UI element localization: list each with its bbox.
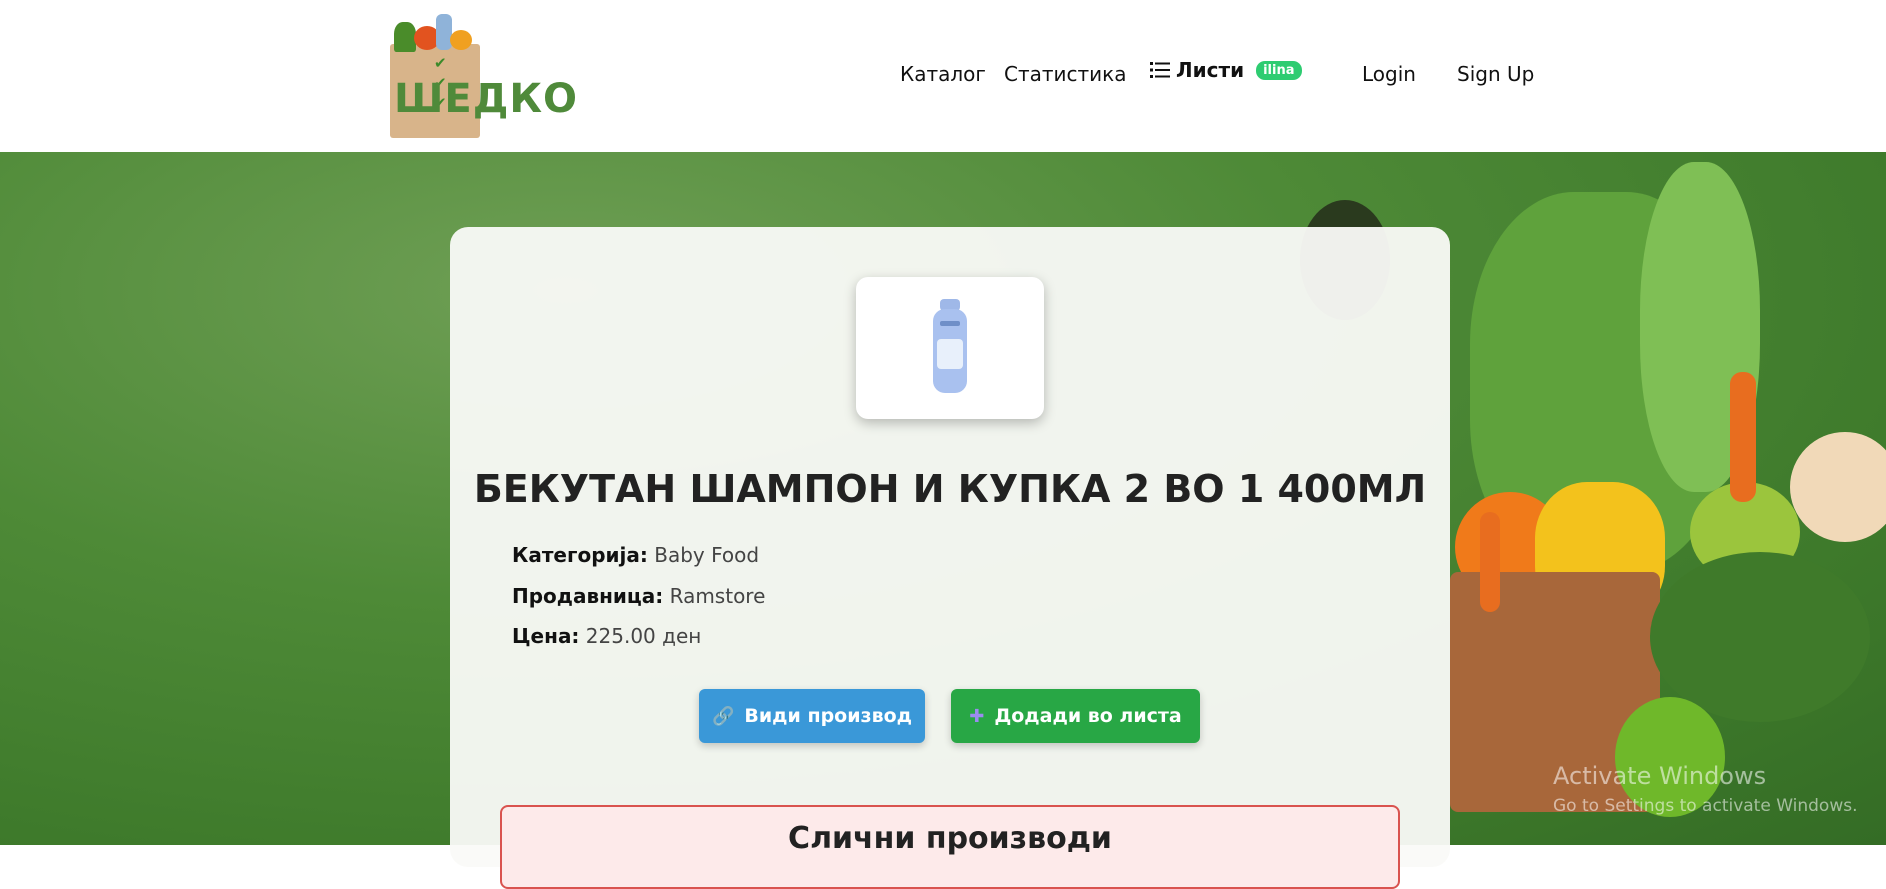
check-icon: ✔ — [434, 54, 447, 72]
view-product-button[interactable]: 🔗 Види производ — [699, 689, 925, 743]
add-to-list-label: Додади во листа — [994, 705, 1182, 727]
carrot-image — [1480, 512, 1500, 612]
product-image — [856, 277, 1044, 419]
onion-image — [1790, 432, 1886, 542]
add-to-list-button[interactable]: ✚ Додади во листа — [951, 689, 1200, 743]
broccoli-image — [1650, 552, 1870, 722]
user-badge: ilina — [1256, 60, 1302, 80]
logo-text: ШЕДКО — [394, 76, 579, 122]
price-value: 225.00 ден — [585, 624, 702, 648]
product-card: БЕКУТАН ШАМПОН И КУПКА 2 ВО 1 400МЛ Кате… — [450, 227, 1450, 889]
category-value: Baby Food — [654, 543, 760, 567]
store-value: Ramstore — [669, 584, 766, 608]
login-link[interactable]: Login — [1362, 62, 1416, 86]
link-icon: 🔗 — [711, 705, 735, 727]
category-label: Категорија: — [512, 543, 648, 567]
view-product-label: Види производ — [744, 705, 913, 727]
store-label: Продавница: — [512, 584, 664, 608]
similar-products-title: Слични производи — [788, 821, 1112, 856]
site-header: ✔ ✔ ✔ ШЕДКО Каталог Статистика Листи ili… — [0, 0, 1886, 152]
list-icon — [1150, 62, 1170, 78]
carrot-image — [1730, 372, 1756, 502]
plus-icon: ✚ — [969, 705, 985, 727]
windows-activation-subtitle: Go to Settings to activate Windows. — [1553, 796, 1858, 816]
nav-lists-link[interactable]: Листи ilina — [1150, 58, 1302, 82]
shampoo-bottle-icon — [933, 299, 967, 393]
product-store: Продавница: Ramstore — [512, 584, 765, 608]
product-price: Цена: 225.00 ден — [512, 624, 701, 648]
nav-catalog-link[interactable]: Каталог — [900, 62, 986, 86]
product-title: БЕКУТАН ШАМПОН И КУПКА 2 ВО 1 400МЛ — [473, 467, 1427, 511]
price-label: Цена: — [512, 624, 580, 648]
site-logo[interactable]: ✔ ✔ ✔ ШЕДКО — [372, 14, 582, 138]
product-category: Категорија: Baby Food — [512, 543, 759, 567]
similar-products-section: Слични производи — [500, 805, 1400, 889]
windows-activation-title: Activate Windows — [1553, 762, 1767, 790]
nav-lists-label: Листи — [1176, 58, 1245, 82]
signup-link[interactable]: Sign Up — [1457, 62, 1534, 86]
nav-statistics-link[interactable]: Статистика — [1004, 62, 1127, 86]
